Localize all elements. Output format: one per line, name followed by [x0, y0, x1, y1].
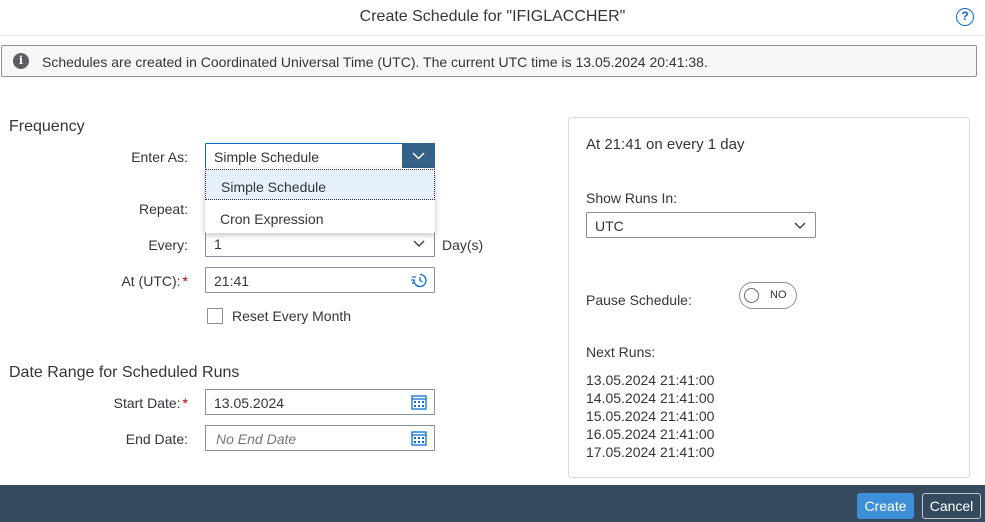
enter-as-dropdown-arrow[interactable] [402, 143, 435, 169]
next-run-item: 14.05.2024 21:41:00 [586, 390, 715, 406]
cancel-button[interactable]: Cancel [922, 493, 981, 519]
schedule-summary-panel: At 21:41 on every 1 day Show Runs In: UT… [568, 117, 970, 478]
dropdown-option-label: Cron Expression [220, 211, 324, 227]
switch-knob [744, 288, 759, 303]
start-date-input[interactable]: 13.05.2024 [205, 389, 435, 415]
start-date-label: Start Date: * [8, 395, 188, 411]
info-message-strip: i Schedules are created in Coordinated U… [1, 45, 977, 77]
repeat-label: Repeat: [138, 201, 188, 217]
next-run-item: 17.05.2024 21:41:00 [586, 444, 715, 460]
create-button[interactable]: Create [857, 493, 914, 519]
reset-every-month-checkbox[interactable] [207, 308, 223, 324]
end-date-input[interactable]: No End Date [205, 425, 435, 451]
dialog-footer: Create Cancel [0, 485, 985, 522]
switch-state-text: NO [770, 289, 787, 301]
required-mark: * [182, 273, 188, 289]
date-range-section-title: Date Range for Scheduled Runs [9, 364, 240, 381]
pause-schedule-switch[interactable]: NO [739, 282, 797, 309]
schedule-summary-text: At 21:41 on every 1 day [586, 136, 745, 153]
at-utc-value: 21:41 [214, 273, 250, 289]
next-run-item: 16.05.2024 21:41:00 [586, 426, 715, 442]
every-select[interactable]: 1 [205, 231, 435, 257]
info-message-text: Schedules are created in Coordinated Uni… [42, 54, 708, 70]
dropdown-option-simple-schedule[interactable]: Simple Schedule [205, 169, 435, 200]
every-value: 1 [214, 236, 222, 252]
required-mark: * [182, 395, 188, 411]
every-unit-label: Day(s) [442, 237, 484, 253]
at-utc-time-input[interactable]: 21:41 [205, 267, 435, 293]
show-runs-in-value: UTC [595, 218, 624, 234]
enter-as-label: Enter As: [131, 149, 188, 165]
dropdown-option-label: Simple Schedule [221, 179, 327, 195]
show-runs-in-select[interactable]: UTC [586, 212, 816, 238]
next-runs-label: Next Runs: [586, 344, 656, 360]
every-label: Every: [148, 237, 188, 253]
calendar-icon[interactable] [410, 430, 428, 446]
reset-every-month-label: Reset Every Month [232, 308, 352, 324]
dialog-title: Create Schedule for "IFIGLACCHER" [359, 8, 626, 25]
end-date-label: End Date: [125, 431, 188, 447]
end-date-placeholder: No End Date [216, 431, 297, 447]
at-utc-label: At (UTC): * [8, 273, 188, 289]
dropdown-option-cron-expression[interactable]: Cron Expression [205, 202, 435, 233]
show-runs-in-label: Show Runs In: [586, 190, 678, 206]
next-runs-list: 13.05.2024 21:41:00 14.05.2024 21:41:00 … [586, 371, 714, 461]
next-run-item: 15.05.2024 21:41:00 [586, 408, 715, 424]
pause-schedule-label: Pause Schedule: [586, 292, 692, 308]
time-picker-icon[interactable] [410, 272, 428, 288]
chevron-down-icon [413, 240, 425, 247]
frequency-section-title: Frequency [9, 118, 85, 135]
next-run-item: 13.05.2024 21:41:00 [586, 372, 715, 388]
enter-as-select[interactable]: Simple Schedule [205, 143, 435, 169]
calendar-icon[interactable] [410, 394, 428, 410]
question-circle-icon[interactable]: ? [956, 8, 974, 26]
dialog-header: Create Schedule for "IFIGLACCHER" ? [0, 0, 985, 36]
chevron-down-icon [412, 152, 425, 160]
at-utc-label-text: At (UTC): [121, 273, 181, 289]
enter-as-dropdown-list: Simple Schedule Cron Expression [205, 168, 435, 233]
start-date-label-text: Start Date: [113, 395, 181, 411]
start-date-value: 13.05.2024 [214, 395, 285, 411]
info-icon: i [13, 53, 29, 69]
chevron-down-icon [794, 222, 806, 229]
enter-as-value: Simple Schedule [214, 149, 320, 165]
